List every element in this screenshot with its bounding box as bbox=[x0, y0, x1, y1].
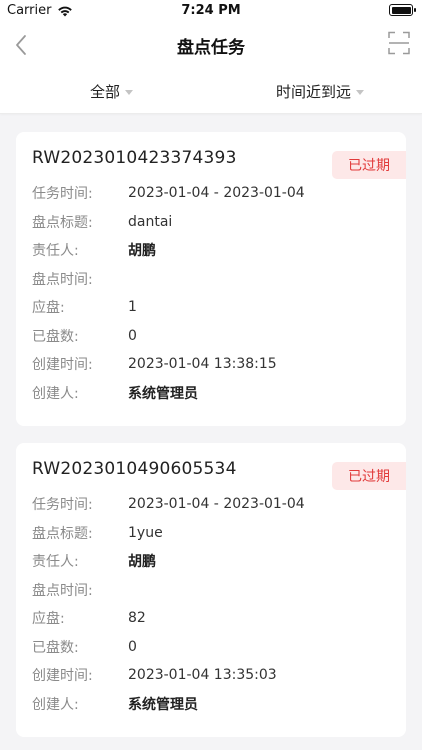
field-should-count: 应盘: 1 bbox=[32, 297, 137, 317]
task-code: RW2023010423374393 bbox=[32, 148, 237, 168]
field-value: 胡鹏 bbox=[128, 243, 156, 259]
field-title: 盘点标题: 1yue bbox=[32, 523, 163, 543]
field-value: dantai bbox=[128, 214, 173, 230]
field-label: 盘点时间: bbox=[32, 583, 93, 599]
caret-down-icon bbox=[125, 90, 134, 95]
field-label: 已盘数: bbox=[32, 640, 79, 656]
status-bar: Carrier 7:24 PM bbox=[0, 0, 422, 22]
field-counted: 已盘数: 0 bbox=[32, 326, 137, 346]
status-badge: 已过期 bbox=[332, 151, 406, 179]
scan-icon[interactable] bbox=[388, 31, 410, 55]
field-label: 任务时间: bbox=[32, 497, 93, 513]
task-code: RW2023010490605534 bbox=[32, 459, 237, 479]
field-label: 创建时间: bbox=[32, 668, 93, 684]
field-value: 系统管理员 bbox=[128, 386, 198, 402]
field-created-at: 创建时间: 2023-01-04 13:38:15 bbox=[32, 354, 277, 374]
sort-filter-label: 时间近到远 bbox=[276, 83, 352, 101]
page-title: 盘点任务 bbox=[177, 38, 245, 58]
field-value: 0 bbox=[128, 328, 137, 344]
field-label: 创建时间: bbox=[32, 357, 93, 373]
status-time: 7:24 PM bbox=[181, 3, 241, 18]
field-label: 应盘: bbox=[32, 300, 65, 316]
field-title: 盘点标题: dantai bbox=[32, 212, 172, 232]
field-value: 82 bbox=[128, 610, 146, 626]
caret-down-icon bbox=[356, 90, 365, 95]
field-task-time: 任务时间: 2023-01-04 - 2023-01-04 bbox=[32, 183, 305, 203]
sort-filter-dropdown[interactable]: 时间近到远 bbox=[276, 81, 365, 102]
field-label: 责任人: bbox=[32, 554, 79, 570]
task-card[interactable]: RW2023010490605534 已过期 任务时间: 2023-01-04 … bbox=[16, 443, 406, 737]
field-label: 创建人: bbox=[32, 386, 79, 402]
field-label: 盘点标题: bbox=[32, 526, 93, 542]
field-label: 盘点时间: bbox=[32, 272, 93, 288]
status-badge: 已过期 bbox=[332, 462, 406, 490]
field-creator: 创建人: 系统管理员 bbox=[32, 694, 198, 714]
field-value: 1yue bbox=[128, 525, 163, 541]
field-counted: 已盘数: 0 bbox=[32, 637, 137, 657]
field-check-time: 盘点时间: bbox=[32, 269, 128, 289]
field-value: 1 bbox=[128, 299, 137, 315]
field-value: 0 bbox=[128, 639, 137, 655]
field-created-at: 创建时间: 2023-01-04 13:35:03 bbox=[32, 665, 277, 685]
field-label: 盘点标题: bbox=[32, 215, 93, 231]
field-owner: 责任人: 胡鹏 bbox=[32, 240, 156, 260]
field-label: 创建人: bbox=[32, 697, 79, 713]
field-value: 系统管理员 bbox=[128, 697, 198, 713]
field-check-time: 盘点时间: bbox=[32, 580, 128, 600]
field-value: 2023-01-04 13:38:15 bbox=[128, 356, 277, 372]
status-filter-dropdown[interactable]: 全部 bbox=[90, 81, 134, 102]
battery-icon bbox=[389, 4, 416, 16]
field-value: 2023-01-04 - 2023-01-04 bbox=[128, 496, 305, 512]
field-creator: 创建人: 系统管理员 bbox=[32, 383, 198, 403]
navigation-bar: 盘点任务 bbox=[0, 22, 422, 68]
field-task-time: 任务时间: 2023-01-04 - 2023-01-04 bbox=[32, 494, 305, 514]
field-label: 任务时间: bbox=[32, 186, 93, 202]
field-value: 胡鹏 bbox=[128, 554, 156, 570]
task-card[interactable]: RW2023010423374393 已过期 任务时间: 2023-01-04 … bbox=[16, 132, 406, 426]
filter-bar: 全部 时间近到远 bbox=[0, 68, 422, 114]
field-value: 2023-01-04 - 2023-01-04 bbox=[128, 185, 305, 201]
status-filter-label: 全部 bbox=[90, 83, 121, 101]
field-label: 应盘: bbox=[32, 611, 65, 627]
field-value: 2023-01-04 13:35:03 bbox=[128, 667, 277, 683]
field-label: 已盘数: bbox=[32, 329, 79, 345]
field-label: 责任人: bbox=[32, 243, 79, 259]
field-owner: 责任人: 胡鹏 bbox=[32, 551, 156, 571]
field-should-count: 应盘: 82 bbox=[32, 608, 146, 628]
